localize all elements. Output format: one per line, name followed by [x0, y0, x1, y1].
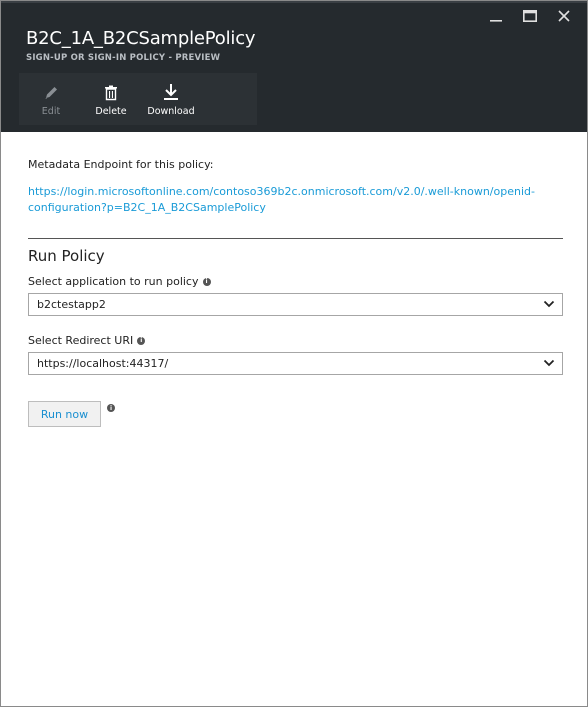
info-icon[interactable]: i: [202, 277, 211, 286]
close-button[interactable]: [547, 5, 581, 27]
info-icon[interactable]: i: [137, 336, 146, 345]
info-icon[interactable]: i: [107, 404, 115, 412]
application-select-value: b2ctestapp2: [37, 298, 106, 311]
maximize-icon: [523, 10, 537, 22]
metadata-label: Metadata Endpoint for this policy:: [28, 158, 214, 171]
window-controls: [479, 5, 581, 27]
blade-header: B2C_1A_B2CSamplePolicy SIGN-UP OR SIGN-I…: [1, 1, 587, 132]
redirect-uri-select-value: https://localhost:44317/: [37, 357, 169, 370]
maximize-button[interactable]: [513, 5, 547, 27]
trash-icon: [104, 81, 118, 101]
download-label: Download: [147, 106, 195, 117]
metadata-url-line1: https://login.microsoftonline.com/contos…: [28, 185, 535, 198]
edit-label: Edit: [41, 106, 61, 117]
redirect-select-label: Select Redirect URI i: [28, 334, 146, 347]
command-bar: Edit Delete Download: [19, 73, 257, 125]
pencil-icon: [43, 81, 59, 101]
metadata-endpoint-link[interactable]: https://login.microsoftonline.com/contos…: [28, 184, 548, 216]
edit-button[interactable]: Edit: [31, 81, 71, 117]
application-select[interactable]: b2ctestapp2: [28, 293, 563, 316]
run-now-button[interactable]: Run now: [28, 401, 101, 427]
close-icon: [558, 10, 570, 22]
blade-title: B2C_1A_B2CSamplePolicy: [26, 28, 256, 49]
chevron-down-icon: [543, 357, 555, 372]
delete-button[interactable]: Delete: [91, 81, 131, 117]
download-button[interactable]: Download: [145, 81, 197, 117]
redirect-uri-select[interactable]: https://localhost:44317/: [28, 352, 563, 375]
download-icon: [163, 81, 179, 101]
top-strip: [1, 1, 587, 3]
run-policy-title: Run Policy: [28, 247, 105, 265]
chevron-down-icon: [543, 298, 555, 313]
minimize-button[interactable]: [479, 5, 513, 27]
minimize-icon: [490, 20, 502, 22]
delete-label: Delete: [95, 106, 127, 117]
app-select-label-text: Select application to run policy: [28, 275, 199, 288]
blade-subtitle: SIGN-UP OR SIGN-IN POLICY - PREVIEW: [26, 53, 221, 63]
section-divider: [28, 238, 563, 239]
policy-blade: B2C_1A_B2CSamplePolicy SIGN-UP OR SIGN-I…: [0, 0, 588, 707]
redirect-select-label-text: Select Redirect URI: [28, 334, 134, 347]
app-select-label: Select application to run policy i: [28, 275, 211, 288]
metadata-url-line2: configuration?p=B2C_1A_B2CSamplePolicy: [28, 201, 266, 214]
